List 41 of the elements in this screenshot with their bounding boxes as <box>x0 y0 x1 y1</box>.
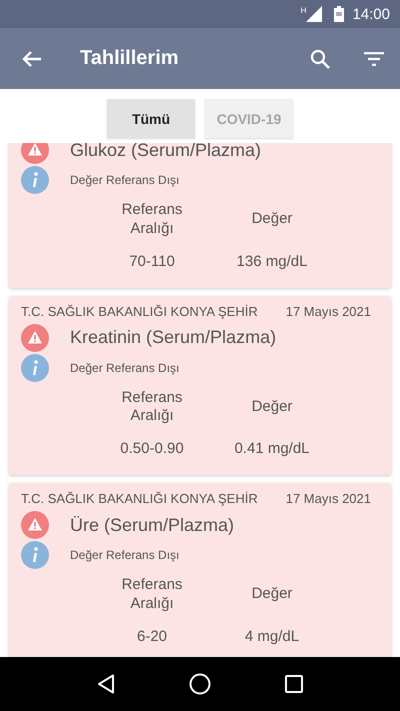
signal-icon <box>306 6 322 22</box>
reference-range: 0.50-0.90 <box>120 440 184 457</box>
home-icon[interactable] <box>189 673 211 695</box>
test-name: Kreatinin (Serum/Plazma) <box>70 327 276 348</box>
result-value: 136 mg/dL <box>236 252 308 270</box>
status-text: Değer Referans Dışı <box>70 548 180 562</box>
status-text: Değer Referans Dışı <box>70 360 180 374</box>
result-card[interactable]: T.C. SAĞLIK BAKANLIĞI KONYA ŞEHİR 17 Mayıs 2021 Kreatinin (Serum/Plazma) Değer Referans Dışı Referans Aralığı Değer 0.50-0.90 0.41 mg/dL <box>9 296 391 475</box>
network-type: H <box>300 6 306 15</box>
filter-tab[interactable]: Tümü <box>107 99 195 138</box>
filter-icon[interactable] <box>364 52 384 66</box>
reference-range: 6-20 <box>136 628 168 644</box>
info-icon <box>21 541 49 569</box>
result-value: 4 mg/dL <box>244 628 300 644</box>
warning-icon <box>21 324 49 352</box>
test-name: Üre (Serum/Plazma) <box>70 514 234 536</box>
lab-name: T.C. SAĞLIK BAKANLIĞI KONYA ŞEHİR <box>21 304 258 318</box>
screen-title: Tahlillerim <box>80 47 180 70</box>
column-header: Değer <box>250 210 294 230</box>
column-header: Değer <box>250 398 294 417</box>
column-header: Referans Aralığı <box>120 201 184 238</box>
reference-range: 70-110 <box>129 252 175 270</box>
lab-name: T.C. SAĞLIK BAKANLIĞI KONYA ŞEHİR <box>21 491 258 506</box>
back-arrow-icon[interactable] <box>22 50 42 68</box>
result-value: 0.41 mg/dL <box>234 440 310 457</box>
info-icon <box>21 166 49 194</box>
column-header: Referans Aralığı <box>120 576 184 614</box>
recents-icon[interactable] <box>285 675 303 693</box>
result-date: 17 Mayıs 2021 <box>286 491 371 506</box>
status-text: Değer Referans Dışı <box>70 173 180 187</box>
warning-icon <box>21 511 49 539</box>
warning-icon <box>21 143 49 164</box>
battery-icon <box>334 6 344 22</box>
column-header: Değer <box>250 585 294 604</box>
clock: 14:00 <box>352 6 390 22</box>
result-date: 17 Mayıs 2021 <box>286 304 371 318</box>
result-card[interactable]: T.C. SAĞLIK BAKANLIĞI KONYA ŞEHİR 17 Mayıs 2021 Üre (Serum/Plazma) Değer Referans Dışı Referans Aralığı Değer 6-20 4 mg/dL <box>9 483 391 657</box>
info-icon <box>21 354 49 382</box>
search-icon[interactable] <box>310 48 330 68</box>
back-icon[interactable] <box>97 674 115 694</box>
column-header: Referans Aralığı <box>120 388 184 426</box>
